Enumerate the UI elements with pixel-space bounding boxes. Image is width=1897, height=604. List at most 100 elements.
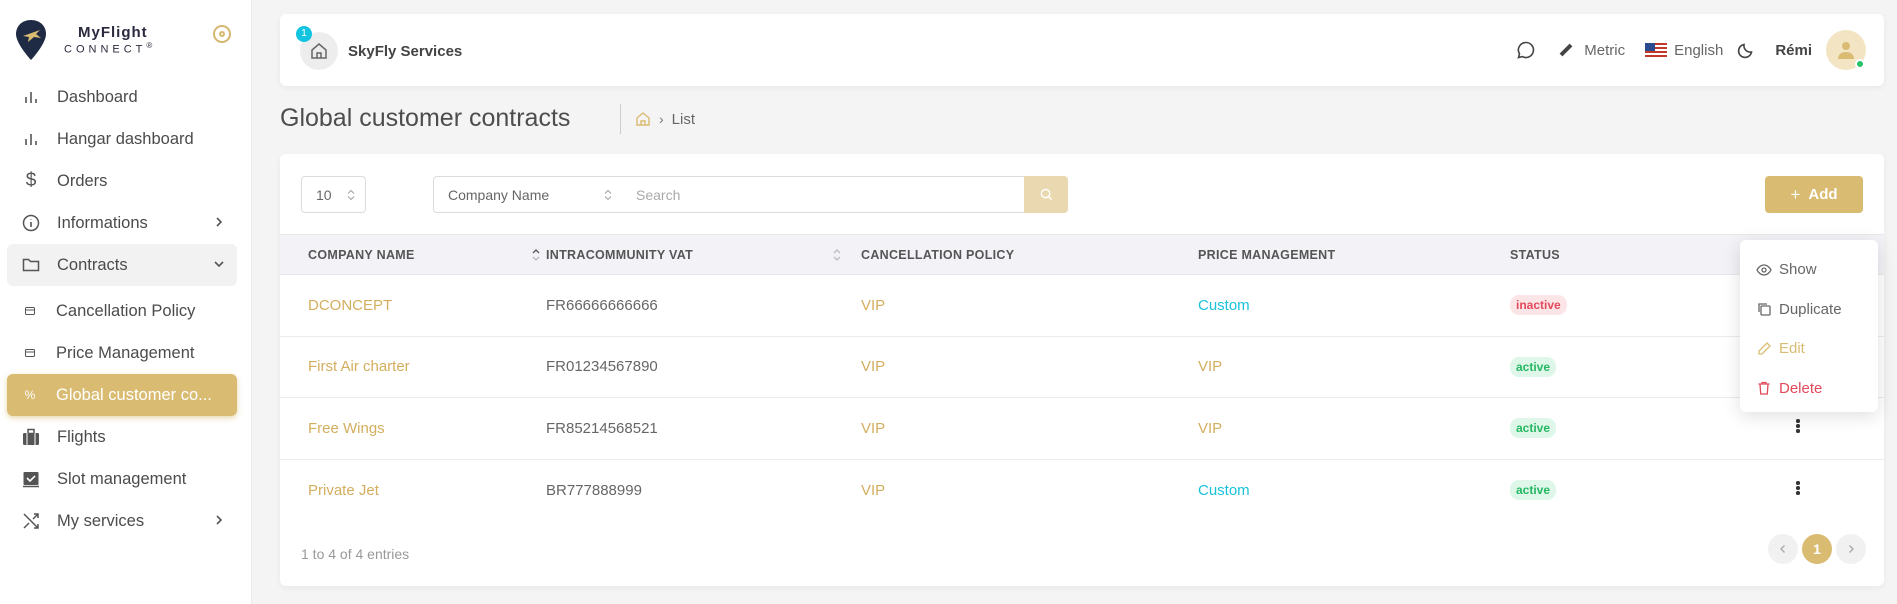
menu-item-edit[interactable]: Edit [1740,329,1878,369]
contracts-card: 10 Company Name + Add COMPANY NAME INTRA… [280,154,1884,586]
company-link[interactable]: Free Wings [308,420,385,437]
add-button[interactable]: + Add [1765,176,1863,213]
sidebar-item-label: Contracts [57,255,128,274]
shuffle-icon [21,511,41,531]
company-link[interactable]: First Air charter [308,358,410,375]
company-link[interactable]: Private Jet [308,482,379,499]
units-label: Metric [1584,41,1626,59]
menu-item-duplicate[interactable]: Duplicate [1740,290,1878,330]
menu-item-label: Edit [1779,340,1805,358]
sidebar-item-flights[interactable]: Flights [7,416,237,458]
chevron-right-icon [1849,545,1854,553]
dollar-icon: $ [25,170,37,191]
search-icon [1040,188,1052,201]
page-size-select[interactable]: 10 [301,176,366,213]
status-badge: active [1510,356,1557,377]
app-logo[interactable]: MyFlight CONNECT® [14,18,152,62]
cancellation-policy-link[interactable]: VIP [861,420,885,437]
trash-icon [1756,380,1772,396]
price-management-link[interactable]: VIP [1198,358,1222,375]
sidebar-item-label: Price Management [56,343,195,362]
sidebar-collapse-toggle[interactable] [213,25,231,43]
sidebar-item-my-services[interactable]: My services [7,500,237,542]
next-page-button[interactable] [1836,534,1866,564]
sort-updown-icon [604,189,612,201]
copy-icon [1756,301,1772,317]
column-header-price-management: PRICE MANAGEMENT [1198,247,1336,262]
cancellation-policy-link[interactable]: VIP [861,297,885,314]
sidebar-item-price-management[interactable]: Price Management [7,332,237,374]
menu-item-label: Show [1779,261,1817,279]
status-badge: active [1510,418,1557,439]
sidebar-item-slot-management[interactable]: Slot management [7,458,237,500]
company-link[interactable]: DCONCEPT [308,297,392,314]
sort-icon [833,249,841,261]
sidebar-item-hangar-dashboard[interactable]: Hangar dashboard [7,118,237,160]
logo-pin-icon [16,20,46,60]
pencil-icon [1756,341,1772,357]
chevron-right-icon [216,515,223,525]
sidebar-item-cancellation-policy[interactable]: Cancellation Policy [7,290,237,332]
breadcrumb: › List [620,104,695,134]
pagination: 1 [1764,534,1866,564]
sidebar-item-label: Hangar dashboard [57,129,194,148]
search-field-select[interactable]: Company Name [433,176,623,213]
menu-item-show[interactable]: Show [1740,250,1878,290]
topbar: 1 SkyFly Services Metric English Rémi [280,14,1884,86]
search-input[interactable] [622,176,1025,213]
sort-updown-icon [347,189,355,201]
price-management-link[interactable]: VIP [1198,420,1222,437]
us-flag-icon [1645,42,1668,58]
moon-icon[interactable] [1737,41,1755,59]
column-header-cancellation-policy: CANCELLATION POLICY [861,247,1015,262]
prev-page-button[interactable] [1768,534,1798,564]
search-button[interactable] [1024,176,1068,213]
page-title: Global customer contracts [280,104,571,132]
column-header-company[interactable]: COMPANY NAME [280,235,546,275]
table-row: First Air charter FR01234567890 VIP VIP … [280,336,1884,398]
vat-value: FR01234567890 [546,358,658,376]
status-badge: inactive [1510,295,1567,316]
chevron-left-icon [1780,545,1785,553]
user-name[interactable]: Rémi [1775,42,1812,59]
price-management-link[interactable]: Custom [1198,482,1250,499]
sidebar-item-label: Orders [57,171,108,190]
page-button-current[interactable]: 1 [1802,534,1832,564]
sidebar-item-contracts[interactable]: Contracts [7,244,237,286]
more-vertical-icon[interactable] [1796,481,1800,495]
language-selector[interactable]: English [1645,42,1723,59]
language-label: English [1674,41,1724,59]
company-switcher[interactable]: 1 SkyFly Services [296,26,462,70]
menu-item-label: Delete [1779,379,1823,397]
cancellation-policy-link[interactable]: VIP [861,482,885,499]
column-header-status: STATUS [1510,247,1560,262]
sidebar-item-global-customer-contracts[interactable]: % Global customer co... [7,374,237,416]
logo-line2: CONNECT® [64,40,153,56]
table-row: Free Wings FR85214568521 VIP VIP active [280,398,1884,459]
eye-icon [1756,262,1772,278]
online-status-dot [1855,59,1865,69]
cancellation-policy-link[interactable]: VIP [861,358,885,375]
luggage-icon [21,427,41,447]
price-management-link[interactable]: Custom [1198,297,1250,314]
home-icon[interactable] [635,111,651,127]
sort-icon [532,249,540,261]
sidebar-item-orders[interactable]: $ Orders [7,160,237,202]
logo-line1: MyFlight [78,23,148,41]
sidebar-item-dashboard[interactable]: Dashboard [7,76,237,118]
percent-icon: % [24,388,36,402]
sidebar-item-label: Global customer co... [56,385,212,404]
sidebar-item-informations[interactable]: Informations [7,202,237,244]
table-row: Private Jet BR777888999 VIP Custom activ… [280,459,1884,521]
avatar[interactable] [1826,30,1866,70]
column-header-vat[interactable]: INTRACOMMUNITY VAT [546,235,861,275]
more-vertical-icon[interactable] [1796,419,1800,433]
chat-icon[interactable] [1516,40,1536,60]
menu-item-delete[interactable]: Delete [1740,369,1878,409]
table-row: DCONCEPT FR66666666666 VIP Custom inacti… [280,275,1884,336]
bar-chart-icon [21,87,41,107]
sidebar-item-label: Informations [57,213,148,232]
ruler-icon [1559,43,1573,57]
units-toggle[interactable]: Metric [1558,42,1625,59]
card-icon [23,301,37,321]
